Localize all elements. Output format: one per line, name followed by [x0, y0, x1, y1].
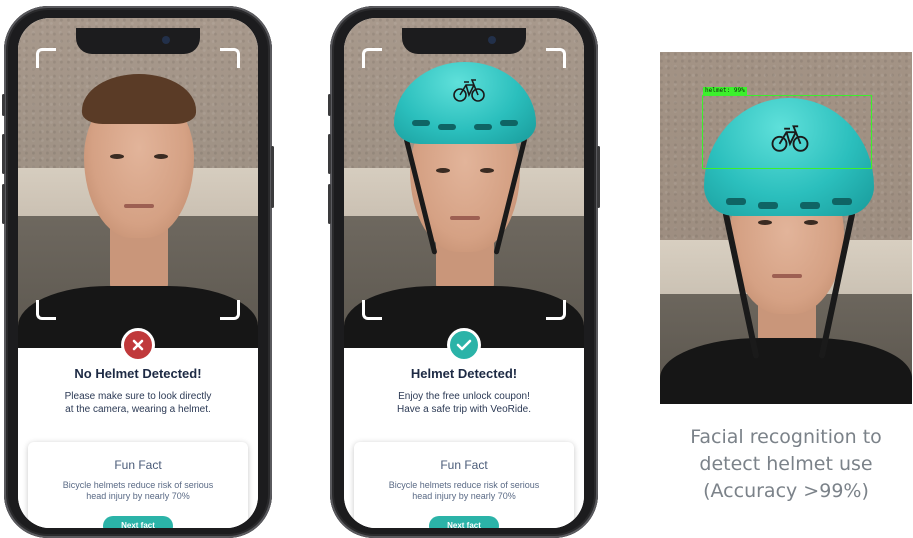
volume-up-button	[328, 134, 331, 174]
volume-down-button	[2, 184, 5, 224]
right-eye	[804, 220, 818, 225]
status-badge-success	[447, 328, 481, 362]
viewfinder-corner-bottom-left	[36, 300, 56, 320]
helmet-vent	[800, 202, 820, 209]
detection-bounding-box: helmet: 99%	[702, 87, 872, 169]
helmet-vent	[758, 202, 778, 209]
left-eye	[436, 168, 450, 173]
bicycle-icon	[453, 79, 485, 102]
right-eye	[154, 154, 168, 159]
mute-switch	[328, 94, 331, 116]
right-eye	[480, 168, 494, 173]
helmet-vent	[438, 124, 456, 130]
result-message-line: Please make sure to look directly	[64, 391, 212, 402]
helmet-vent	[412, 120, 430, 126]
next-fact-button[interactable]: Next fact	[103, 516, 173, 528]
mouth	[124, 204, 154, 208]
fun-fact-title: Fun Fact	[114, 458, 162, 472]
fun-fact-text: Bicycle helmets reduce risk of serious h…	[42, 480, 234, 502]
left-eye	[110, 154, 124, 159]
next-fact-button[interactable]: Next fact	[429, 516, 499, 528]
phone-no-helmet: No Helmet Detected! Please make sure to …	[2, 6, 274, 538]
phone-notch	[76, 28, 200, 54]
viewfinder-corner-top-left	[36, 48, 56, 68]
fun-fact-text: Bicycle helmets reduce risk of serious h…	[368, 480, 560, 502]
fun-fact-card: Fun Fact Bicycle helmets reduce risk of …	[28, 442, 248, 528]
power-button	[597, 146, 600, 208]
front-camera-icon	[488, 36, 496, 44]
caption-line: Facial recognition to	[690, 426, 882, 448]
phone-helmet-detected: Helmet Detected! Enjoy the free unlock c…	[328, 6, 600, 538]
result-message-line: Enjoy the free unlock coupon!	[398, 391, 530, 402]
left-eye	[758, 220, 772, 225]
fun-fact-title: Fun Fact	[440, 458, 488, 472]
helmet-vent	[474, 124, 492, 130]
fun-fact-card: Fun Fact Bicycle helmets reduce risk of …	[354, 442, 574, 528]
fun-fact-line: Bicycle helmets reduce risk of serious	[388, 480, 540, 490]
phone-screen: No Helmet Detected! Please make sure to …	[18, 18, 258, 528]
result-message-line: at the camera, wearing a helmet.	[65, 404, 211, 415]
viewfinder-corner-bottom-right	[220, 300, 240, 320]
detection-label: helmet: 99%	[703, 87, 747, 95]
result-message: Enjoy the free unlock coupon! Have a saf…	[358, 390, 570, 416]
mute-switch	[2, 94, 5, 116]
viewfinder-corner-top-left	[362, 48, 382, 68]
volume-down-button	[328, 184, 331, 224]
viewfinder-corner-top-right	[546, 48, 566, 68]
phone-screen: Helmet Detected! Enjoy the free unlock c…	[344, 18, 584, 528]
camera-preview	[344, 18, 584, 348]
fun-fact-line: head injury by nearly 70%	[412, 491, 516, 501]
result-panel: Helmet Detected! Enjoy the free unlock c…	[344, 348, 584, 528]
result-title: Helmet Detected!	[410, 366, 518, 381]
status-badge-fail	[121, 328, 155, 362]
phone-notch	[402, 28, 526, 54]
viewfinder-corner-top-right	[220, 48, 240, 68]
result-title: No Helmet Detected!	[74, 366, 202, 381]
check-icon	[456, 339, 472, 351]
fun-fact-line: head injury by nearly 70%	[86, 491, 190, 501]
caption-line: (Accuracy >99%)	[703, 480, 869, 502]
viewfinder-corner-bottom-right	[546, 300, 566, 320]
result-message-line: Have a safe trip with VeoRide.	[397, 404, 531, 415]
helmet-vent	[832, 198, 852, 205]
power-button	[271, 146, 274, 208]
result-panel: No Helmet Detected! Please make sure to …	[18, 348, 258, 528]
mouth	[450, 216, 480, 220]
front-camera-icon	[162, 36, 170, 44]
viewfinder-corner-bottom-left	[362, 300, 382, 320]
close-icon	[132, 339, 144, 351]
fun-fact-line: Bicycle helmets reduce risk of serious	[62, 480, 214, 490]
volume-up-button	[2, 134, 5, 174]
result-message: Please make sure to look directly at the…	[32, 390, 244, 416]
mouth	[772, 274, 802, 278]
helmet-vent	[726, 198, 746, 205]
caption-line: detect helmet use	[699, 453, 873, 475]
person-shirt	[660, 338, 912, 404]
camera-preview	[18, 18, 258, 348]
helmet-vent	[500, 120, 518, 126]
detection-photo: helmet: 99%	[660, 52, 912, 404]
caption: Facial recognition to detect helmet use …	[660, 424, 912, 505]
